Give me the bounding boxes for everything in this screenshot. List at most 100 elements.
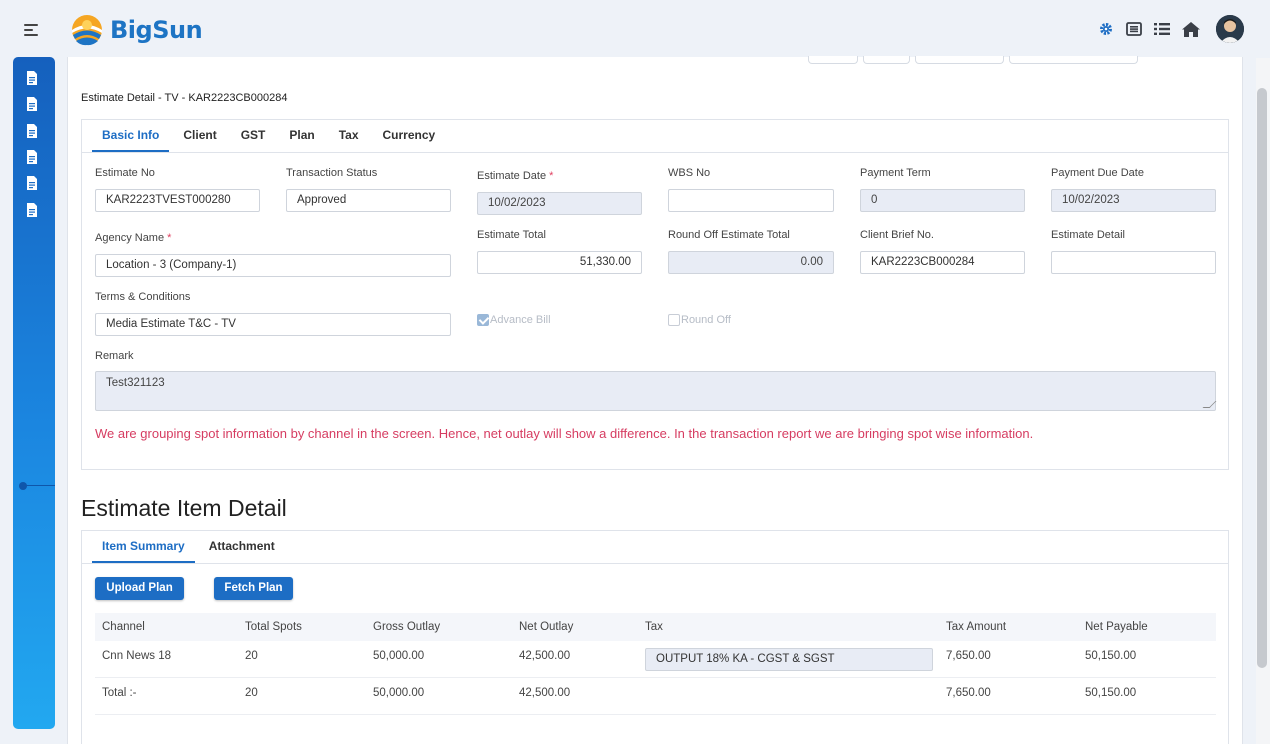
cell-channel: Cnn News 18 — [102, 650, 172, 662]
home-icon[interactable] — [1182, 21, 1200, 37]
list-alt-icon[interactable] — [1126, 21, 1142, 37]
total-spots: 20 — [245, 687, 258, 699]
transaction-status-label: Transaction Status — [286, 167, 378, 179]
toolbar-button[interactable] — [915, 56, 1004, 64]
item-tabs-divider — [82, 563, 1228, 564]
list-icon[interactable] — [1154, 21, 1170, 37]
tab-gst[interactable]: GST — [231, 119, 276, 152]
tab-tax[interactable]: Tax — [329, 119, 369, 152]
tab-currency[interactable]: Currency — [373, 119, 446, 152]
estimate-detail-label: Estimate Detail — [1051, 229, 1125, 241]
tab-plan[interactable]: Plan — [279, 119, 324, 152]
estimate-detail-field[interactable] — [1051, 251, 1216, 274]
col-tax[interactable]: Tax — [645, 621, 663, 633]
toolbar-button[interactable] — [1009, 56, 1138, 64]
remark-field[interactable]: Test321123 — [95, 371, 1217, 411]
cell-gross: 50,000.00 — [373, 650, 425, 662]
sidebar — [13, 57, 55, 729]
brand-logo[interactable]: BigSun — [70, 13, 203, 47]
payment-due-date-label: Payment Due Date — [1051, 167, 1144, 179]
required-marker: * — [549, 170, 554, 182]
tab-client[interactable]: Client — [173, 119, 226, 152]
item-summary-table: Channel Total Spots Gross Outlay Net Out… — [95, 613, 1216, 715]
wbs-no-label: WBS No — [668, 167, 711, 179]
payment-term-field[interactable]: 0 — [860, 189, 1025, 212]
col-net-payable[interactable]: Net Payable — [1085, 621, 1148, 633]
table-total-row: Total :- 20 50,000.00 42,500.00 7,650.00… — [95, 678, 1216, 715]
estimate-no-field[interactable]: KAR2223TVEST000280 — [95, 189, 260, 212]
required-marker: * — [167, 232, 172, 244]
col-total-spots[interactable]: Total Spots — [245, 621, 302, 633]
estimate-total-label: Estimate Total — [477, 229, 546, 241]
toolbar-button[interactable] — [863, 56, 910, 64]
top-bar: BigSun — [0, 0, 1270, 58]
table-header: Channel Total Spots Gross Outlay Net Out… — [95, 613, 1216, 641]
col-gross-outlay[interactable]: Gross Outlay — [373, 621, 440, 633]
cell-payable: 50,150.00 — [1085, 650, 1137, 662]
document-icon[interactable] — [26, 97, 38, 111]
cell-spots: 20 — [245, 650, 258, 662]
round-off-total-label: Round Off Estimate Total — [668, 229, 790, 241]
resize-handle-icon[interactable] — [1202, 401, 1217, 408]
payment-term-label: Payment Term — [860, 167, 931, 179]
sidebar-divider — [23, 485, 55, 486]
payment-due-date-field[interactable]: 10/02/2023 — [1051, 189, 1216, 212]
estimate-total-field[interactable]: 51,330.00 — [477, 251, 642, 274]
advance-bill-label: Advance Bill — [490, 314, 551, 326]
remark-text: Test321123 — [106, 377, 165, 389]
client-brief-no-field[interactable]: KAR2223CB000284 — [860, 251, 1025, 274]
tax-select[interactable]: OUTPUT 18% KA - CGST & SGST — [645, 648, 933, 671]
fetch-plan-button[interactable]: Fetch Plan — [214, 577, 293, 600]
tabs-divider — [82, 152, 1228, 153]
tab-item-summary[interactable]: Item Summary — [92, 530, 195, 563]
section-title: Estimate Item Detail — [81, 495, 287, 521]
round-off-label: Round Off — [681, 314, 731, 326]
toolbar-button[interactable] — [808, 56, 858, 64]
total-label: Total :- — [102, 687, 137, 699]
col-net-outlay[interactable]: Net Outlay — [519, 621, 573, 633]
remark-label: Remark — [95, 350, 134, 362]
total-gross: 50,000.00 — [373, 687, 425, 699]
col-channel[interactable]: Channel — [102, 621, 145, 633]
grouping-warning: We are grouping spot information by chan… — [95, 426, 1034, 441]
wbs-no-field[interactable] — [668, 189, 834, 212]
total-payable: 50,150.00 — [1085, 687, 1137, 699]
total-tax-amount: 7,650.00 — [946, 687, 991, 699]
round-off-checkbox[interactable]: Round Off — [668, 314, 731, 326]
gear-icon[interactable] — [1098, 21, 1114, 37]
transaction-status-field[interactable]: Approved — [286, 189, 451, 212]
detail-tabs: Basic Info Client GST Plan Tax Currency — [92, 119, 449, 152]
col-tax-amount[interactable]: Tax Amount — [946, 621, 1006, 633]
upload-plan-button[interactable]: Upload Plan — [95, 577, 184, 600]
document-icon[interactable] — [26, 71, 38, 85]
tab-attachment[interactable]: Attachment — [199, 530, 285, 563]
checkbox-checked-icon — [477, 314, 489, 326]
table-row[interactable]: Cnn News 18 20 50,000.00 42,500.00 OUTPU… — [95, 641, 1216, 678]
document-icon[interactable] — [26, 150, 38, 164]
checkbox-unchecked-icon — [668, 314, 680, 326]
sun-logo-icon — [70, 13, 104, 47]
terms-field[interactable]: Media Estimate T&C - TV — [95, 313, 451, 336]
agency-name-field[interactable]: Location - 3 (Company-1) — [95, 254, 451, 277]
avatar[interactable] — [1216, 15, 1244, 43]
scrollbar-thumb[interactable] — [1257, 88, 1267, 668]
total-net: 42,500.00 — [519, 687, 571, 699]
page-title: Estimate Detail - TV - KAR2223CB000284 — [81, 92, 288, 104]
menu-toggle-icon[interactable] — [24, 24, 38, 36]
agency-name-label: Agency Name * — [95, 232, 172, 244]
cell-tax-amount: 7,650.00 — [946, 650, 991, 662]
advance-bill-checkbox[interactable]: Advance Bill — [477, 314, 551, 326]
document-icon[interactable] — [26, 124, 38, 138]
brand-name: BigSun — [110, 16, 203, 44]
item-tabs: Item Summary Attachment — [92, 530, 289, 563]
round-off-total-field[interactable]: 0.00 — [668, 251, 834, 274]
client-brief-no-label: Client Brief No. — [860, 229, 934, 241]
tab-basic-info[interactable]: Basic Info — [92, 119, 170, 152]
sidebar-handle[interactable] — [19, 482, 27, 490]
cell-net: 42,500.00 — [519, 650, 571, 662]
estimate-date-field[interactable]: 10/02/2023 — [477, 192, 642, 215]
document-icon[interactable] — [26, 203, 38, 217]
document-icon[interactable] — [26, 176, 38, 190]
estimate-no-label: Estimate No — [95, 167, 155, 179]
terms-label: Terms & Conditions — [95, 291, 191, 303]
